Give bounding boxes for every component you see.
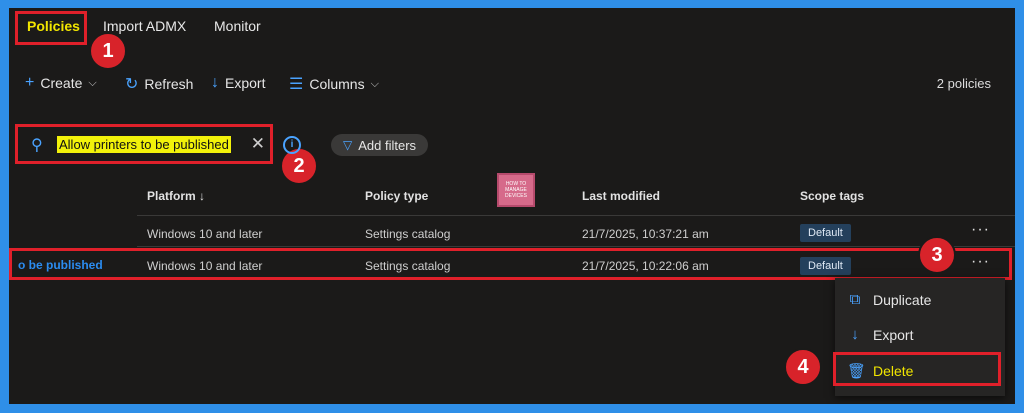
row-divider (137, 215, 1015, 216)
tab-import-admx[interactable]: Import ADMX (103, 18, 186, 34)
annotation-badge-1: 1 (89, 32, 127, 70)
duplicate-icon: ⧉ (849, 291, 861, 308)
header-scope-tags[interactable]: Scope tags (800, 189, 864, 203)
menu-item-duplicate[interactable]: ⧉ Duplicate (847, 291, 932, 308)
chevron-down-icon: ⌵ (370, 77, 379, 90)
export-button[interactable]: ↓ Export (211, 74, 265, 92)
columns-icon: ☰ (289, 76, 304, 93)
row1-scope-tag: Default (800, 224, 851, 242)
export-label: Export (225, 75, 266, 91)
add-filters-button[interactable]: ▽ Add filters (331, 134, 429, 156)
create-button[interactable]: + Create ⌵ (25, 74, 97, 92)
chevron-down-icon: ⌵ (88, 76, 97, 89)
annotation-badge-4: 4 (784, 348, 822, 386)
export-menu-label: Export (873, 326, 914, 343)
refresh-button[interactable]: ↻ Refresh (125, 74, 193, 94)
row1-type: Settings catalog (365, 227, 451, 241)
plus-icon: + (25, 74, 35, 91)
annotation-box-2 (15, 124, 273, 164)
tab-monitor[interactable]: Monitor (214, 18, 261, 34)
header-platform[interactable]: Platform ↓ (147, 189, 205, 203)
annotation-badge-2: 2 (280, 147, 318, 185)
refresh-label: Refresh (144, 76, 194, 92)
header-policy-type[interactable]: Policy type (365, 189, 428, 203)
header-last-modified[interactable]: Last modified (582, 189, 660, 203)
columns-label: Columns (309, 76, 365, 92)
info-icon[interactable]: i (283, 136, 301, 154)
menu-item-export[interactable]: ↓ Export (847, 326, 913, 343)
policy-count: 2 policies (936, 76, 991, 91)
app-frame: Policies Import ADMX Monitor 1 + Create … (9, 8, 1015, 404)
annotation-badge-3: 3 (918, 236, 956, 274)
annotation-box-4 (833, 352, 1001, 386)
download-icon: ↓ (211, 74, 219, 91)
download-icon: ↓ (851, 326, 859, 343)
row-divider (137, 246, 1015, 247)
refresh-icon: ↻ (125, 76, 139, 93)
row1-more-icon[interactable]: ··· (971, 221, 990, 239)
row1-platform: Windows 10 and later (147, 227, 263, 241)
annotation-box-1 (15, 11, 87, 45)
filter-icon: ▽ (343, 138, 353, 152)
row1-modified: 21/7/2025, 10:37:21 am (582, 227, 709, 241)
create-label: Create (40, 75, 83, 91)
watermark-logo: HOW TO MANAGE DEVICES (497, 173, 535, 207)
annotation-box-3 (9, 248, 1012, 280)
duplicate-label: Duplicate (873, 291, 932, 308)
add-filters-label: Add filters (358, 137, 417, 153)
columns-button[interactable]: ☰ Columns ⌵ (289, 74, 379, 94)
